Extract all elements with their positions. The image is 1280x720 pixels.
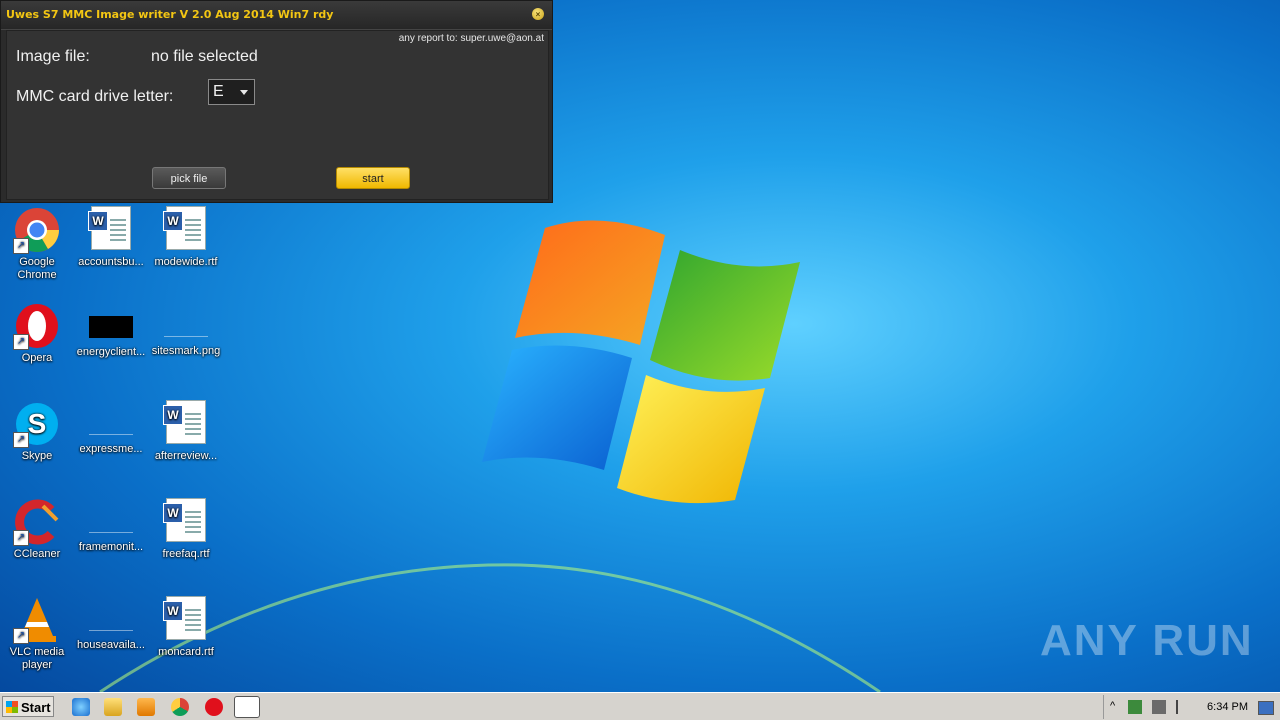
opera-icon[interactable] [205, 698, 223, 716]
desktop-icon-expressme[interactable]: expressme... [74, 400, 148, 456]
desktop-icon-label: CCleaner [13, 548, 61, 560]
desktop-icon-accountsbu[interactable]: W accountsbu... [74, 206, 148, 269]
chevron-down-icon [240, 90, 248, 95]
folder-icon[interactable] [104, 698, 122, 716]
internet-explorer-icon[interactable] [72, 698, 90, 716]
word-doc-icon: W [87, 206, 135, 254]
desktop-icon-sitesmark[interactable]: sitesmark.png [149, 302, 223, 358]
system-tray: ^ 6:34 PM [1103, 695, 1280, 719]
window-body: any report to: super.uwe@aon.at Image fi… [6, 30, 549, 200]
taskbar: Start ^ 6:34 PM [0, 692, 1280, 720]
media-player-icon[interactable] [137, 698, 155, 716]
shortcut-arrow-icon: ↗ [13, 238, 29, 254]
desktop-icon-label: sitesmark.png [151, 345, 221, 357]
word-doc-icon: W [162, 400, 210, 448]
desktop-icon-label: accountsbu... [78, 256, 144, 268]
desktop-icon-label: Skype [21, 450, 53, 462]
network-icon[interactable] [1128, 700, 1142, 714]
drive-letter-label: MMC card drive letter: [16, 88, 174, 105]
vlc-icon: ↗ [13, 596, 61, 644]
flag-icon[interactable] [1176, 700, 1190, 714]
file-icon [89, 610, 133, 631]
clock[interactable]: 6:34 PM [1207, 701, 1248, 713]
start-label: Start [21, 700, 51, 715]
desktop-icon-afterreview[interactable]: W afterreview... [149, 400, 223, 463]
desktop-icon-label: energyclient... [76, 346, 146, 358]
desktop-icon-label: expressme... [79, 443, 143, 455]
chrome-icon[interactable] [171, 698, 189, 716]
mmc-writer-taskbar-icon[interactable] [234, 696, 260, 718]
desktop-icon-skype[interactable]: S ↗ Skype [0, 400, 74, 463]
desktop-icon-label: afterreview... [154, 450, 218, 462]
shortcut-arrow-icon: ↗ [13, 530, 29, 546]
word-doc-icon: W [162, 498, 210, 546]
image-file-value: no file selected [151, 48, 258, 65]
desktop-icon-label: houseavaila... [77, 639, 145, 651]
desktop-icon-label: moncard.rtf [158, 646, 214, 658]
desktop-icon-freefaq[interactable]: W freefaq.rtf [149, 498, 223, 561]
desktop-icon-framemonit[interactable]: framemonit... [74, 498, 148, 554]
desktop-icon-label: VLC media player [9, 646, 65, 671]
drive-letter-value: E [213, 83, 224, 100]
report-contact: any report to: super.uwe@aon.at [398, 33, 544, 44]
show-desktop-icon[interactable] [1258, 701, 1274, 715]
desktop-icon-label: modewide.rtf [154, 256, 218, 268]
desktop-icon-modewide[interactable]: W modewide.rtf [149, 206, 223, 269]
start-menu-button[interactable]: Start [2, 696, 54, 717]
chevron-up-icon[interactable]: ^ [1110, 700, 1115, 712]
window-titlebar[interactable]: Uwes S7 MMC Image writer V 2.0 Aug 2014 … [1, 1, 552, 30]
anyrun-watermark: ANY RUN [1040, 616, 1254, 665]
word-doc-icon: W [162, 206, 210, 254]
desktop-icon-chrome[interactable]: ↗ Google Chrome [0, 206, 74, 282]
desktop-icon-vlc[interactable]: ↗ VLC media player [0, 596, 74, 672]
windows-logo-icon [6, 701, 18, 713]
desktop-icon-energyclient[interactable]: energyclient... [74, 302, 148, 359]
word-doc-icon: W [162, 596, 210, 644]
pick-file-button[interactable]: pick file [152, 167, 226, 189]
file-icon [89, 512, 133, 533]
skype-icon: S ↗ [13, 400, 61, 448]
volume-icon[interactable] [1152, 700, 1166, 714]
desktop-icon-label: Google Chrome [17, 256, 57, 281]
desktop-icon-houseavaila[interactable]: houseavaila... [74, 596, 148, 652]
desktop-icon-label: framemonit... [78, 541, 144, 553]
desktop-icon-label: Opera [21, 352, 53, 364]
close-icon[interactable]: × [532, 8, 544, 20]
shortcut-arrow-icon: ↗ [13, 334, 29, 350]
image-file-label: Image file: [16, 48, 90, 65]
ccleaner-icon: ↗ [13, 498, 61, 546]
desktop-icon-label: freefaq.rtf [162, 548, 210, 560]
desktop-icon-ccleaner[interactable]: ↗ CCleaner [0, 498, 74, 561]
shortcut-arrow-icon: ↗ [13, 432, 29, 448]
shortcut-arrow-icon: ↗ [13, 628, 29, 644]
image-icon [89, 316, 133, 338]
svg-text:S: S [28, 408, 47, 439]
file-icon [89, 414, 133, 435]
start-button[interactable]: start [336, 167, 410, 189]
image-icon [164, 316, 208, 337]
opera-icon: ↗ [13, 302, 61, 350]
window-title: Uwes S7 MMC Image writer V 2.0 Aug 2014 … [6, 8, 334, 21]
drive-letter-select[interactable]: E [208, 79, 255, 105]
chrome-icon: ↗ [13, 206, 61, 254]
desktop-icon-moncard[interactable]: W moncard.rtf [149, 596, 223, 659]
desktop-icon-opera[interactable]: ↗ Opera [0, 302, 74, 365]
image-writer-window: Uwes S7 MMC Image writer V 2.0 Aug 2014 … [0, 0, 553, 203]
